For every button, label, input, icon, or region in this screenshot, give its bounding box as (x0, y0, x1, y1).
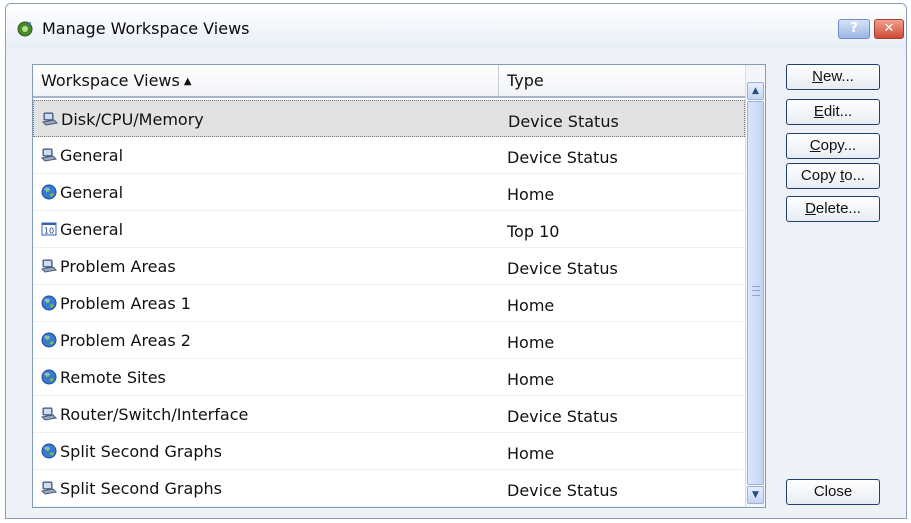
workspace-view-type: Device Status (507, 407, 618, 426)
workspace-view-name: 10 General (41, 220, 123, 239)
workspace-view-name: Remote Sites (41, 368, 166, 387)
device-icon (41, 111, 59, 127)
workspace-view-name-text: Split Second Graphs (60, 479, 222, 498)
globe-icon (41, 369, 57, 385)
copy-to-label: o... (844, 167, 866, 184)
workspace-view-name-text: General (60, 146, 124, 165)
workspace-view-name-text: Problem Areas (60, 257, 176, 276)
workspace-view-name-text: Split Second Graphs (60, 442, 222, 461)
copy-to-pre: Copy (800, 167, 841, 184)
list-item[interactable]: General Device Status (33, 137, 745, 174)
copy-mnemonic: C (809, 137, 821, 154)
list-item[interactable]: Problem Areas 2 Home (33, 322, 745, 359)
column-header-label: Type (507, 71, 544, 90)
help-button[interactable]: ? (838, 19, 870, 39)
sort-ascending-icon: ▲ (183, 76, 192, 87)
column-header-label: Workspace Views (41, 71, 180, 90)
new-button[interactable]: New... (786, 64, 880, 90)
svg-text:10: 10 (44, 227, 54, 236)
workspace-view-name: Disk/CPU/Memory (41, 110, 204, 129)
list-item[interactable]: Problem Areas Device Status (33, 248, 745, 285)
list-item[interactable]: Split Second Graphs Home (33, 433, 745, 470)
dialog-body: Workspace Views ▲ Type Disk/CPU/Memory Dev… (6, 49, 906, 518)
globe-icon (41, 184, 57, 200)
edit-mnemonic: E (813, 103, 824, 120)
window-close-button[interactable]: ✕ (874, 19, 904, 39)
workspace-view-type: Home (507, 185, 555, 204)
list-rows: Disk/CPU/Memory Device Status General Devic… (33, 100, 745, 507)
column-header-workspace-views[interactable]: Workspace Views ▲ (33, 65, 499, 96)
workspace-view-name-text: Problem Areas 1 (60, 294, 191, 313)
device-icon (40, 147, 58, 163)
list-item[interactable]: Remote Sites Home (33, 359, 745, 396)
device-icon (40, 406, 58, 422)
new-label: ew... (822, 68, 854, 85)
workspace-view-name: General (41, 183, 123, 202)
column-header-type[interactable]: Type (499, 65, 745, 96)
workspace-view-type: Home (507, 296, 555, 315)
workspace-view-name: Split Second Graphs (41, 442, 222, 461)
workspace-view-type: Device Status (508, 112, 619, 131)
workspace-view-name-text: Router/Switch/Interface (60, 405, 249, 424)
globe-icon (41, 443, 57, 459)
window-title: Manage Workspace Views (42, 19, 250, 38)
copy-label: opy... (820, 137, 857, 154)
vertical-scrollbar[interactable]: ▲ ▼ (745, 65, 765, 507)
list-header: Workspace Views ▲ Type (33, 65, 745, 98)
globe-icon (41, 332, 57, 348)
workspace-view-type: Device Status (507, 148, 618, 167)
grip-icon (752, 286, 760, 296)
new-mnemonic: N (812, 68, 823, 85)
workspace-view-name-text: Remote Sites (60, 368, 166, 387)
workspace-view-type: Home (507, 444, 555, 463)
workspace-view-type: Home (507, 370, 555, 389)
scroll-up-button[interactable]: ▲ (747, 82, 764, 100)
copy-button[interactable]: Copy... (786, 133, 880, 159)
top10-icon: 10 (41, 221, 57, 237)
title-bar[interactable]: Manage Workspace Views ? ✕ (6, 4, 906, 50)
manage-workspace-views-dialog: Manage Workspace Views ? ✕ Workspace Vie… (5, 3, 907, 519)
workspace-view-name: Problem Areas 2 (41, 331, 191, 350)
close-button[interactable]: Close (786, 479, 880, 505)
delete-button[interactable]: Delete... (786, 196, 880, 222)
workspace-view-type: Top 10 (507, 222, 560, 241)
workspace-views-list[interactable]: Workspace Views ▲ Type Disk/CPU/Memory Dev… (32, 64, 766, 508)
workspace-view-name-text: General (60, 183, 124, 202)
workspace-view-name: Problem Areas (40, 257, 176, 276)
copy-to-button[interactable]: Copy to... (786, 163, 880, 189)
workspace-view-name: Router/Switch/Interface (40, 405, 249, 424)
scroll-thumb[interactable] (747, 101, 764, 485)
list-item[interactable]: General Home (33, 174, 745, 211)
workspace-view-name: Problem Areas 1 (41, 294, 191, 313)
workspace-view-name: Split Second Graphs (40, 479, 222, 498)
edit-button[interactable]: Edit... (786, 99, 880, 125)
scroll-down-button[interactable]: ▼ (747, 486, 764, 504)
device-icon (40, 480, 58, 496)
device-icon (40, 258, 58, 274)
workspace-view-type: Device Status (507, 259, 618, 278)
list-item[interactable]: Router/Switch/Interface Device Status (33, 396, 745, 433)
list-item[interactable]: Split Second Graphs Device Status (33, 470, 745, 507)
workspace-view-type: Home (507, 333, 555, 352)
list-item[interactable]: 10 General Top 10 (33, 211, 745, 248)
delete-mnemonic: D (805, 200, 816, 217)
app-logo-icon (17, 21, 33, 37)
delete-label: elete... (815, 200, 861, 217)
workspace-view-type: Device Status (507, 481, 618, 500)
workspace-view-name-text: Problem Areas 2 (60, 331, 191, 350)
edit-label: dit... (823, 103, 853, 120)
list-item[interactable]: Problem Areas 1 Home (33, 285, 745, 322)
workspace-view-name: General (40, 146, 124, 165)
globe-icon (41, 295, 57, 311)
workspace-view-name-text: Disk/CPU/Memory (61, 110, 204, 129)
workspace-view-name-text: General (60, 220, 124, 239)
list-item[interactable]: Disk/CPU/Memory Device Status (33, 100, 745, 137)
